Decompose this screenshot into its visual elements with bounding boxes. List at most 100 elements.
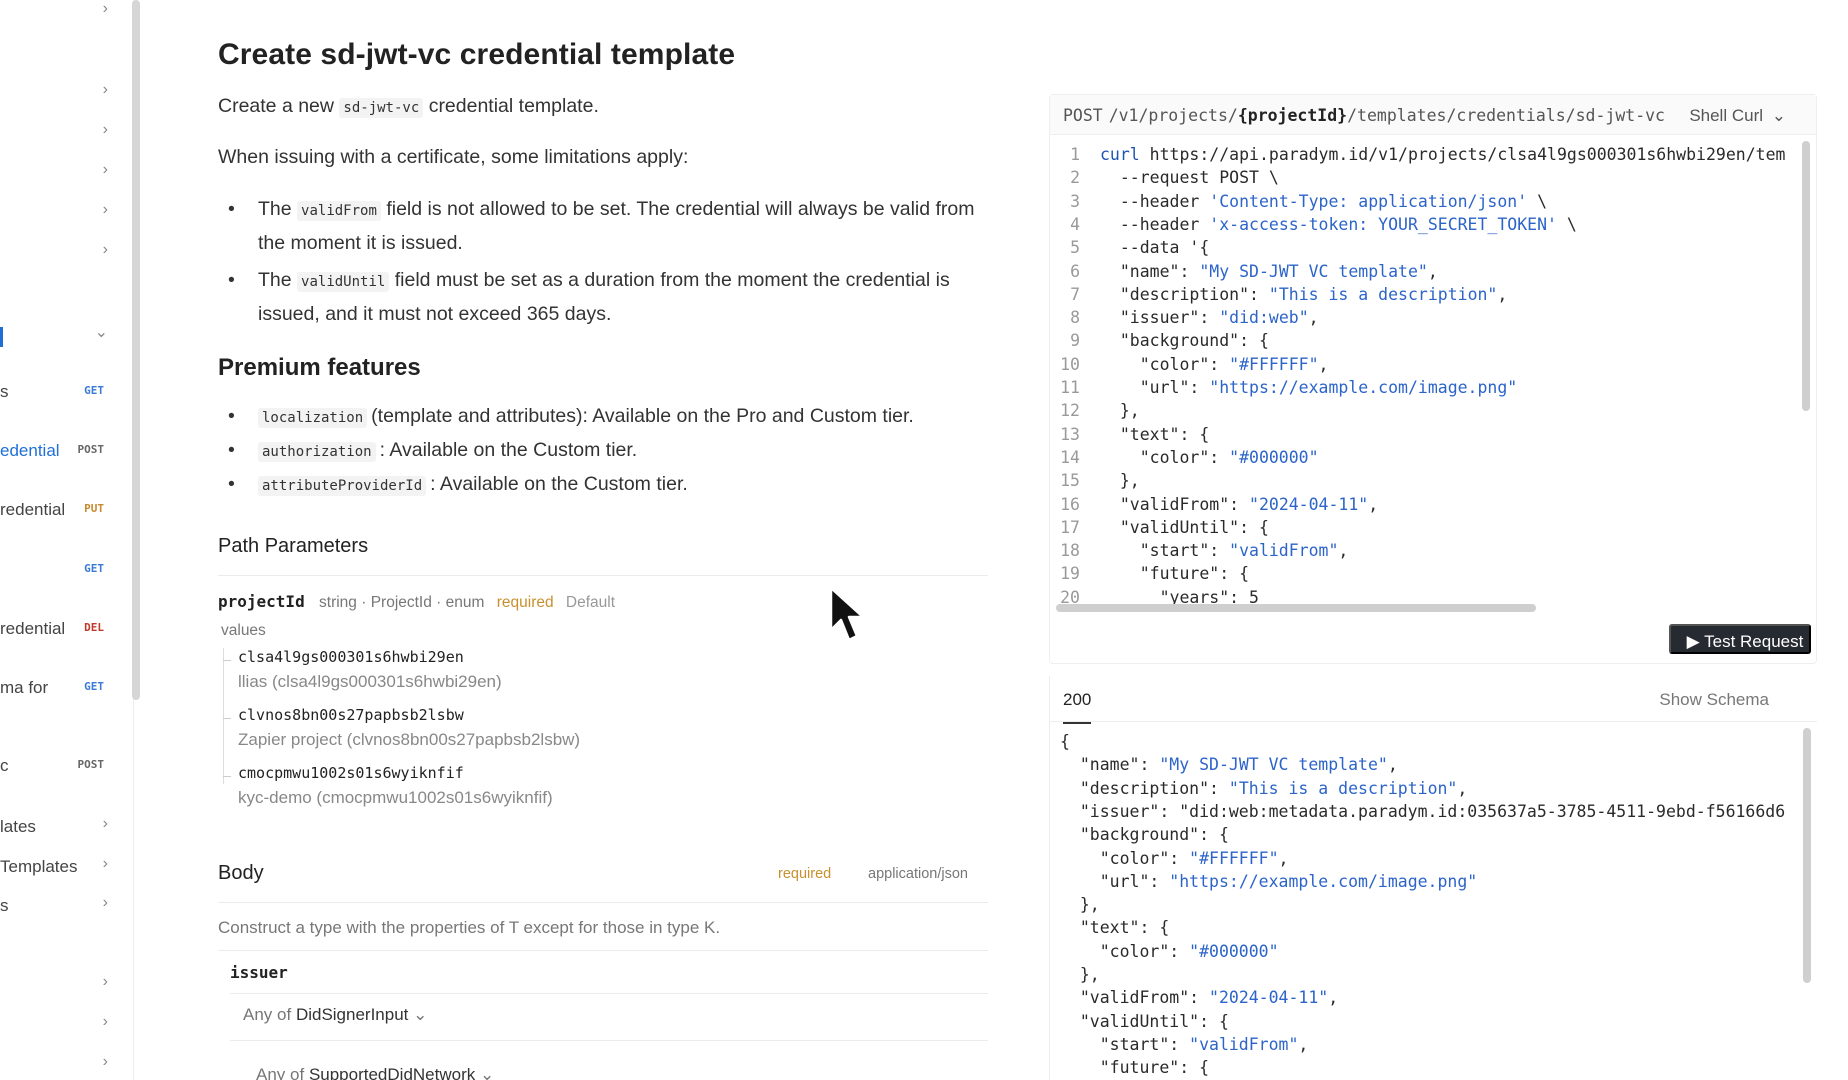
inline-code: validFrom (297, 201, 381, 221)
param-meta: string · ProjectId · enum (319, 594, 485, 611)
chevron-right-icon: › (102, 81, 108, 98)
sidebar-item[interactable]: › (0, 973, 108, 997)
code-line: 10 "color": "#FFFFFF", (1050, 355, 1328, 378)
show-schema-button[interactable]: Show Schema (1659, 690, 1769, 710)
line-number: 3 (1070, 191, 1080, 211)
code-line: 9 "background": { (1050, 331, 1269, 354)
sidebar-item[interactable]: › (0, 201, 108, 225)
code-line: 1 curl https://api.paradym.id/v1/projects… (1050, 145, 1785, 168)
anyof-supporteddidnetwork-toggle[interactable]: Any of SupportedDidNetwork ⌄ (256, 1065, 494, 1080)
sidebar-item[interactable]: ma for GET (0, 676, 108, 700)
sidebar-item[interactable]: s › (0, 894, 108, 918)
chevron-right-icon: › (102, 201, 108, 218)
list-item: localization(template and attributes): A… (218, 400, 1018, 434)
sidebar-item[interactable]: s GET (0, 380, 108, 404)
inline-code: authorization (258, 442, 376, 462)
request-code-block[interactable]: 1 curl https://api.paradym.id/v1/projects… (1050, 145, 1807, 605)
intro-text: Create a new sd-jwt-vc credential templa… (218, 95, 599, 118)
chevron-right-icon: › (102, 1013, 108, 1030)
line-number: 6 (1070, 261, 1080, 281)
sidebar-item[interactable]: Templates › (0, 855, 108, 879)
sidebar-item[interactable]: › (0, 0, 108, 24)
code-line: 14 "color": "#000000" (1050, 448, 1318, 471)
sidebar-item[interactable]: redential DEL (0, 617, 108, 641)
list-item: The validUntil field must be set as a du… (218, 264, 998, 330)
line-number: 2 (1070, 168, 1080, 188)
chevron-right-icon: › (102, 1053, 108, 1070)
sidebar-item[interactable]: › (0, 241, 108, 265)
line-number: 8 (1070, 308, 1080, 328)
tree-tick (223, 718, 231, 719)
sidebar-item-label: redential (0, 500, 66, 519)
line-number: 4 (1070, 214, 1080, 234)
vertical-scrollbar[interactable] (1802, 141, 1810, 411)
sidebar-item[interactable]: c POST (0, 754, 108, 778)
code-line: 11 "url": "https://example.com/image.png… (1050, 378, 1517, 401)
code-line: }, (1060, 965, 1100, 988)
content-type-label[interactable]: application/json (868, 866, 968, 882)
line-number: 1 (1070, 145, 1080, 164)
sidebar-item-label: s (0, 382, 9, 401)
code-line: { (1060, 732, 1070, 755)
code-line: 16 "validFrom": "2024-04-11", (1050, 495, 1378, 518)
code-text: "years": 5 (1100, 587, 1259, 605)
sidebar-item[interactable]: › (0, 81, 108, 105)
list-item: The validFrom field is not allowed to be… (218, 193, 998, 259)
endpoint-path: POST /v1/projects/{projectId}/templates/… (1063, 106, 1665, 125)
divider (218, 950, 988, 951)
method-badge: PUT (84, 502, 104, 515)
code-text: "description": "This is a description", (1100, 284, 1508, 304)
sidebar-item[interactable]: ⌄ (0, 322, 108, 346)
enum-value: clvnos8bn00s27papbsb2lsbw (238, 706, 464, 724)
sidebar-nav: › › › › › › ⌄ s GET edential POST redential PUT GET re… (0, 0, 134, 1080)
code-line: 6 "name": "My SD-JWT VC template", (1050, 262, 1438, 285)
line-number: 19 (1060, 564, 1080, 584)
default-label: Default (565, 594, 616, 611)
method-badge: GET (84, 680, 104, 693)
line-number: 5 (1070, 238, 1080, 258)
divider (230, 1040, 988, 1041)
code-text: "background": { (1060, 825, 1229, 845)
response-example-panel: 200 Show Schema { "name": "My SD-JWT VC … (1049, 676, 1817, 1080)
code-text: "issuer": "did:web", (1100, 308, 1319, 328)
sidebar-item[interactable]: › (0, 161, 108, 185)
test-request-button[interactable]: ▶ Test Request (1669, 624, 1811, 654)
code-line: 2 --request POST \ (1050, 168, 1279, 191)
code-text: --header 'Content-Type: application/json… (1100, 191, 1548, 211)
divider (218, 902, 988, 903)
code-line: "validUntil": { (1060, 1012, 1229, 1035)
chevron-down-icon: ⌄ (413, 1005, 428, 1024)
sidebar-scrollbar[interactable] (132, 0, 140, 700)
sidebar-item[interactable]: › (0, 1013, 108, 1037)
sidebar-item[interactable]: GET (0, 558, 108, 582)
code-line: "text": { (1060, 918, 1169, 941)
values-label: values (221, 622, 266, 639)
language-select[interactable]: Shell Curl ⌄ (1689, 106, 1786, 126)
code-line: 4 --header 'x-access-token: YOUR_SECRET_… (1050, 215, 1577, 238)
line-number: 11 (1060, 378, 1080, 397)
sidebar-item-label: Templates (0, 857, 78, 876)
code-text: "url": "https://example.com/image.png" (1100, 378, 1518, 397)
sidebar-item[interactable]: lates › (0, 815, 108, 839)
inline-code: localization (258, 408, 368, 428)
sidebar-item[interactable]: › (0, 121, 108, 145)
code-line: "start": "validFrom", (1060, 1035, 1309, 1058)
inline-code: attributeProviderId (258, 476, 427, 496)
code-text: "issuer": "did:web:metadata.paradym.id:0… (1060, 801, 1786, 821)
code-text: "start": "validFrom", (1100, 541, 1349, 561)
chevron-right-icon: › (102, 121, 108, 138)
response-code-block[interactable]: { "name": "My SD-JWT VC template", "desc… (1050, 732, 1807, 1080)
code-text: "text": { (1060, 918, 1170, 938)
tab-status-200[interactable]: 200 (1063, 690, 1092, 724)
anyof-didsignerinput-toggle[interactable]: Any of DidSignerInput ⌄ (243, 1005, 427, 1025)
main-content: Create sd-jwt-vc credential template Cre… (218, 0, 988, 1080)
body-description: Construct a type with the properties of … (218, 918, 721, 937)
vertical-scrollbar[interactable] (1803, 728, 1811, 983)
sidebar-item[interactable]: edential POST (0, 439, 108, 463)
code-text: "text": { (1100, 424, 1210, 444)
code-line: "validFrom": "2024-04-11", (1060, 988, 1338, 1011)
code-text: }, (1060, 895, 1100, 915)
horizontal-scrollbar[interactable] (1056, 604, 1536, 612)
sidebar-item[interactable]: redential PUT (0, 498, 108, 522)
sidebar-item[interactable]: › (0, 1053, 108, 1077)
